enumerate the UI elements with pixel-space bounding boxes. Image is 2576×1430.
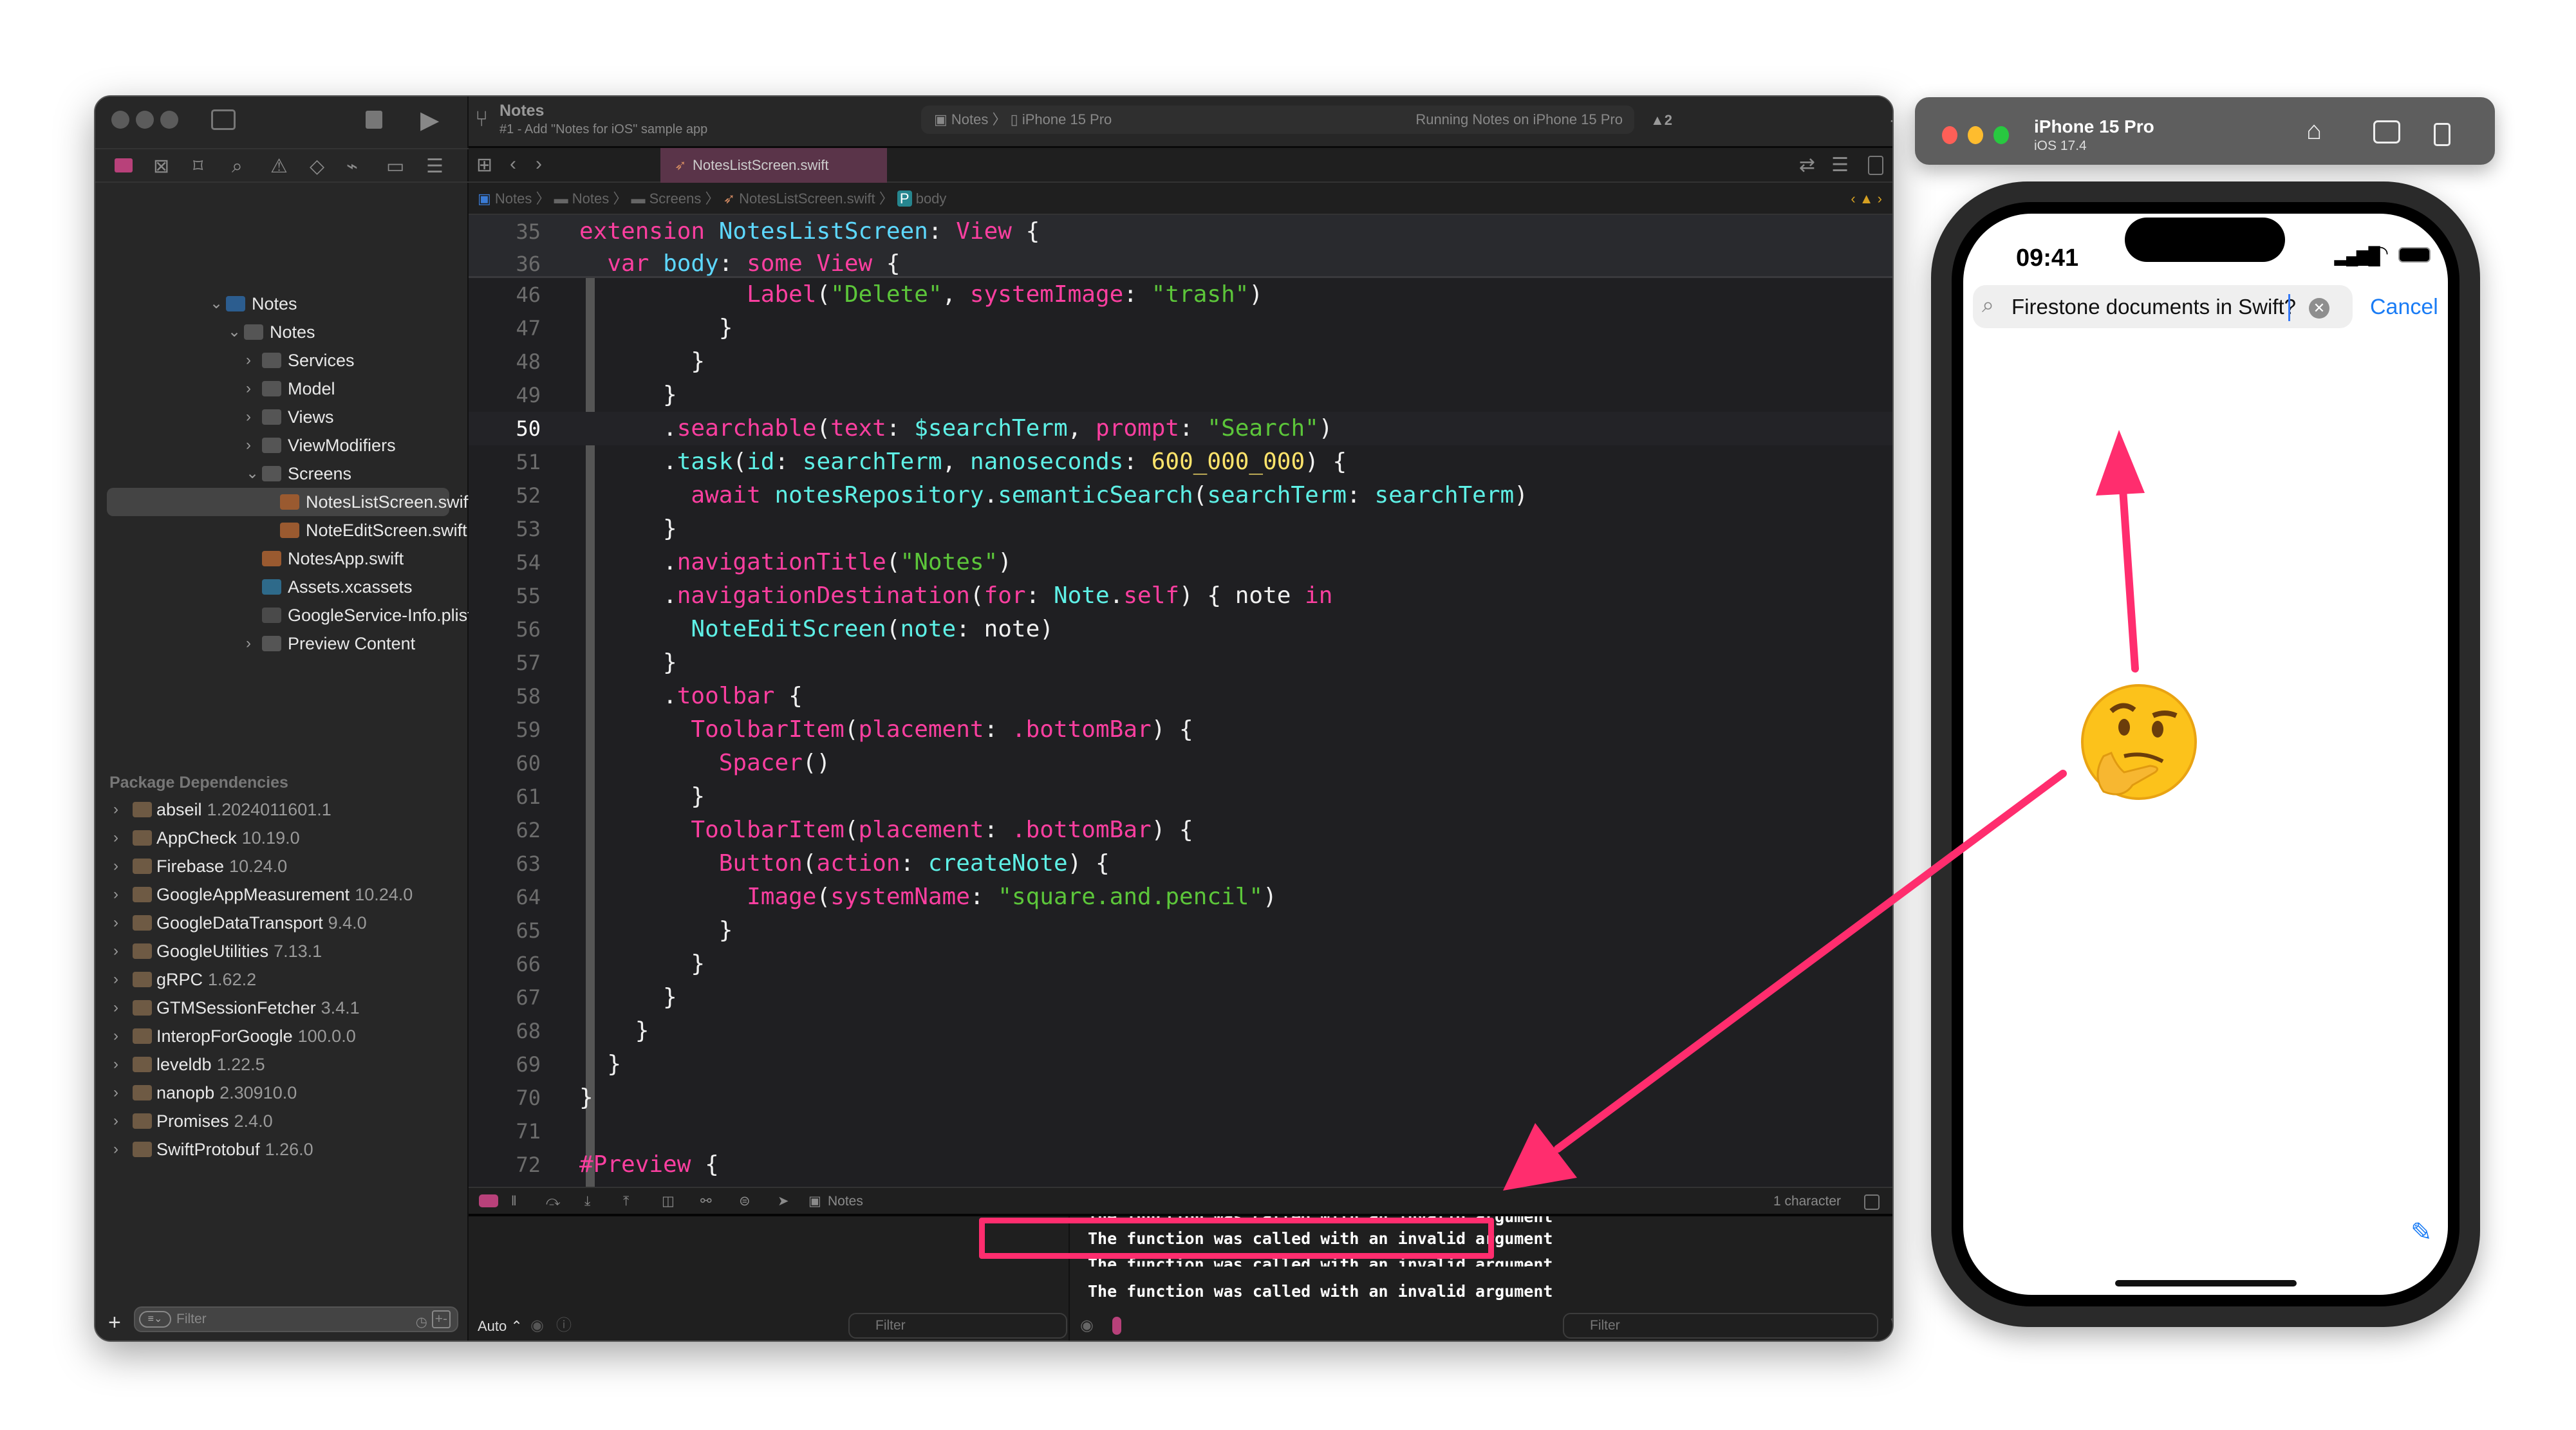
arrow-to-console-head (1503, 1123, 1577, 1191)
code-line[interactable]: 35 extension NotesListScreen: View { (469, 215, 1892, 248)
code-token: extension (579, 218, 719, 245)
code-token: { (1011, 218, 1040, 245)
code-token: View (956, 218, 1012, 245)
code-token: { (872, 250, 901, 277)
code-token: : (718, 250, 747, 277)
code-token: body (663, 250, 719, 277)
code-token: : (928, 218, 957, 245)
arrow-up-line (2119, 485, 2139, 673)
code-token: some (747, 250, 817, 277)
line-number: 35 (516, 219, 541, 244)
sticky-scope-header: 35 extension NotesListScreen: View {36 va… (469, 215, 1892, 278)
code-token: NotesListScreen (718, 218, 928, 245)
code-token: View (816, 250, 873, 277)
code-token: var (607, 250, 664, 277)
code-line[interactable]: 36 var body: some View { (469, 247, 1892, 281)
arrow-up-head (2096, 430, 2145, 496)
arrow-to-console-line (1554, 770, 2067, 1153)
thinking-face-icon (2081, 684, 2197, 800)
line-number: 36 (516, 252, 541, 276)
